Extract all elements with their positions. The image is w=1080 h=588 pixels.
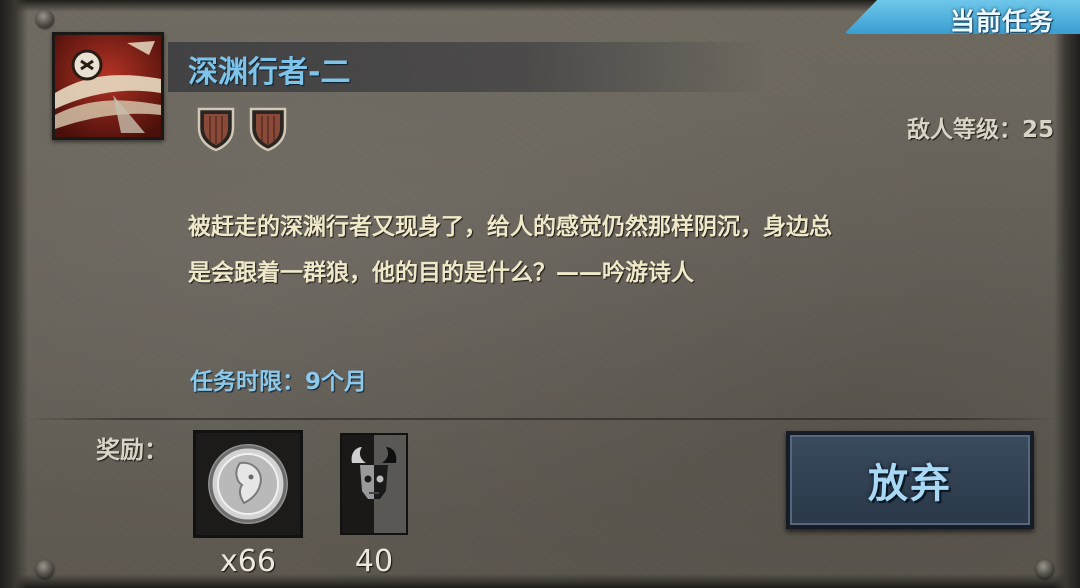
reward-count: x66 xyxy=(220,544,276,579)
frame-left xyxy=(0,0,28,588)
reward-item-token[interactable] xyxy=(340,433,408,535)
claw-slash-icon xyxy=(52,32,164,140)
quest-description: 被赶走的深渊行者又现身了，给人的感觉仍然那样阴沉，身边总 是会跟着一群狼，他的目… xyxy=(188,204,1048,296)
reward-count: 40 xyxy=(354,544,394,579)
reward-label: 奖励： xyxy=(96,436,168,464)
rivet-icon xyxy=(1036,560,1054,578)
reward-item-coin[interactable] xyxy=(193,430,303,538)
time-limit: 任务时限：9个月 xyxy=(190,369,368,395)
description-line: 是会跟着一群狼，他的目的是什么？——吟游诗人 xyxy=(188,260,694,286)
divider xyxy=(24,418,1058,420)
shield-icon xyxy=(197,107,235,152)
enemy-level: 敌人等级：25 xyxy=(906,117,1054,143)
abandon-button[interactable]: 放弃 xyxy=(786,431,1034,529)
horned-skull-banner-icon xyxy=(351,447,397,499)
quest-panel: 当前任务 深渊行者-二 敌人等级：25 被赶走的深渊行者又现身了，给人的感觉仍然… xyxy=(0,0,1080,588)
quest-title: 深渊行者-二 xyxy=(188,55,351,90)
description-line: 被赶走的深渊行者又现身了，给人的感觉仍然那样阴沉，身边总 xyxy=(188,214,832,240)
frame-right xyxy=(1054,0,1080,588)
shield-icon xyxy=(249,107,287,152)
abandon-button-label: 放弃 xyxy=(868,461,952,507)
frame-bottom xyxy=(0,574,1080,588)
silver-coin-icon xyxy=(208,444,288,524)
rivet-icon xyxy=(36,560,54,578)
tab-current-quest-label: 当前任务 xyxy=(949,7,1054,36)
rivet-icon xyxy=(36,10,54,28)
